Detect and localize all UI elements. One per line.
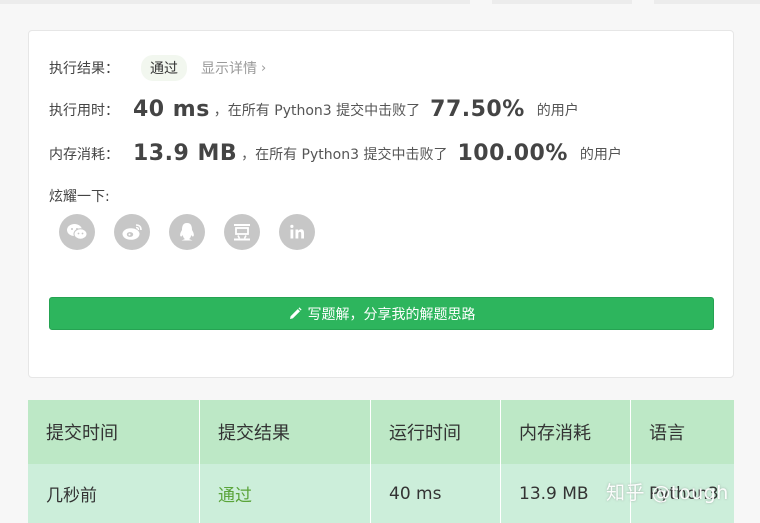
share-icons xyxy=(59,214,334,250)
top-divider-right xyxy=(654,0,760,4)
share-label: 炫耀一下: xyxy=(49,189,110,205)
runtime-label: 执行用时： xyxy=(49,102,119,119)
memory-value: 13.9 MB xyxy=(133,141,238,166)
top-divider xyxy=(0,0,760,4)
write-solution-button[interactable]: 写题解，分享我的解题思路 xyxy=(49,297,714,330)
runtime-tail: 的用户 xyxy=(536,102,579,119)
chevron-right-icon: › xyxy=(261,60,267,76)
runtime-row: 执行用时： 40 ms ，在所有 Python3 提交中击败了 77.50% 的… xyxy=(49,97,579,122)
memory-percent: 100.00% xyxy=(457,141,568,166)
show-details-label: 显示详情 xyxy=(201,61,257,77)
runtime-value: 40 ms xyxy=(133,97,210,122)
share-row: 炫耀一下: xyxy=(49,186,110,206)
header-memory: 内存消耗 xyxy=(501,400,631,464)
runtime-percent: 77.50% xyxy=(430,97,525,122)
memory-row: 内存消耗： 13.9 MB ，在所有 Python3 提交中击败了 100.00… xyxy=(49,141,622,166)
header-submit-time: 提交时间 xyxy=(28,400,200,464)
cell-submit-result-link[interactable]: 通过 xyxy=(200,464,371,523)
weibo-icon[interactable] xyxy=(114,214,150,250)
memory-label: 内存消耗： xyxy=(49,146,119,163)
pencil-icon xyxy=(288,306,302,321)
header-runtime: 运行时间 xyxy=(371,400,501,464)
status-badge: 通过 xyxy=(141,55,187,81)
header-language: 语言 xyxy=(649,423,685,444)
douban-icon[interactable] xyxy=(224,214,260,250)
runtime-mid-text: ，在所有 Python3 提交中击败了 xyxy=(213,102,421,119)
qq-icon[interactable] xyxy=(169,214,205,250)
show-details-link[interactable]: 显示详情 › xyxy=(201,58,266,78)
header-submit-result: 提交结果 xyxy=(200,400,371,464)
linkedin-icon[interactable] xyxy=(279,214,315,250)
cell-runtime: 40 ms xyxy=(371,464,501,523)
table-header-row: 提交时间 提交结果 运行时间 内存消耗 语言 xyxy=(28,400,734,464)
result-label: 执行结果： xyxy=(49,61,119,77)
memory-tail: 的用户 xyxy=(579,146,622,163)
zhihu-watermark: 知乎 @tough xyxy=(606,482,729,504)
top-divider-mid xyxy=(492,0,632,4)
result-card: 执行结果： 通过 显示详情 › 执行用时： 40 ms ，在所有 Python3… xyxy=(28,30,734,378)
memory-mid-text: ，在所有 Python3 提交中击败了 xyxy=(241,146,448,163)
cell-submit-time: 几秒前 xyxy=(28,464,200,523)
wechat-icon[interactable] xyxy=(59,214,95,250)
result-row: 执行结果： 通过 显示详情 › xyxy=(49,55,266,81)
write-solution-label: 写题解，分享我的解题思路 xyxy=(307,306,476,323)
top-divider-left xyxy=(0,0,470,4)
